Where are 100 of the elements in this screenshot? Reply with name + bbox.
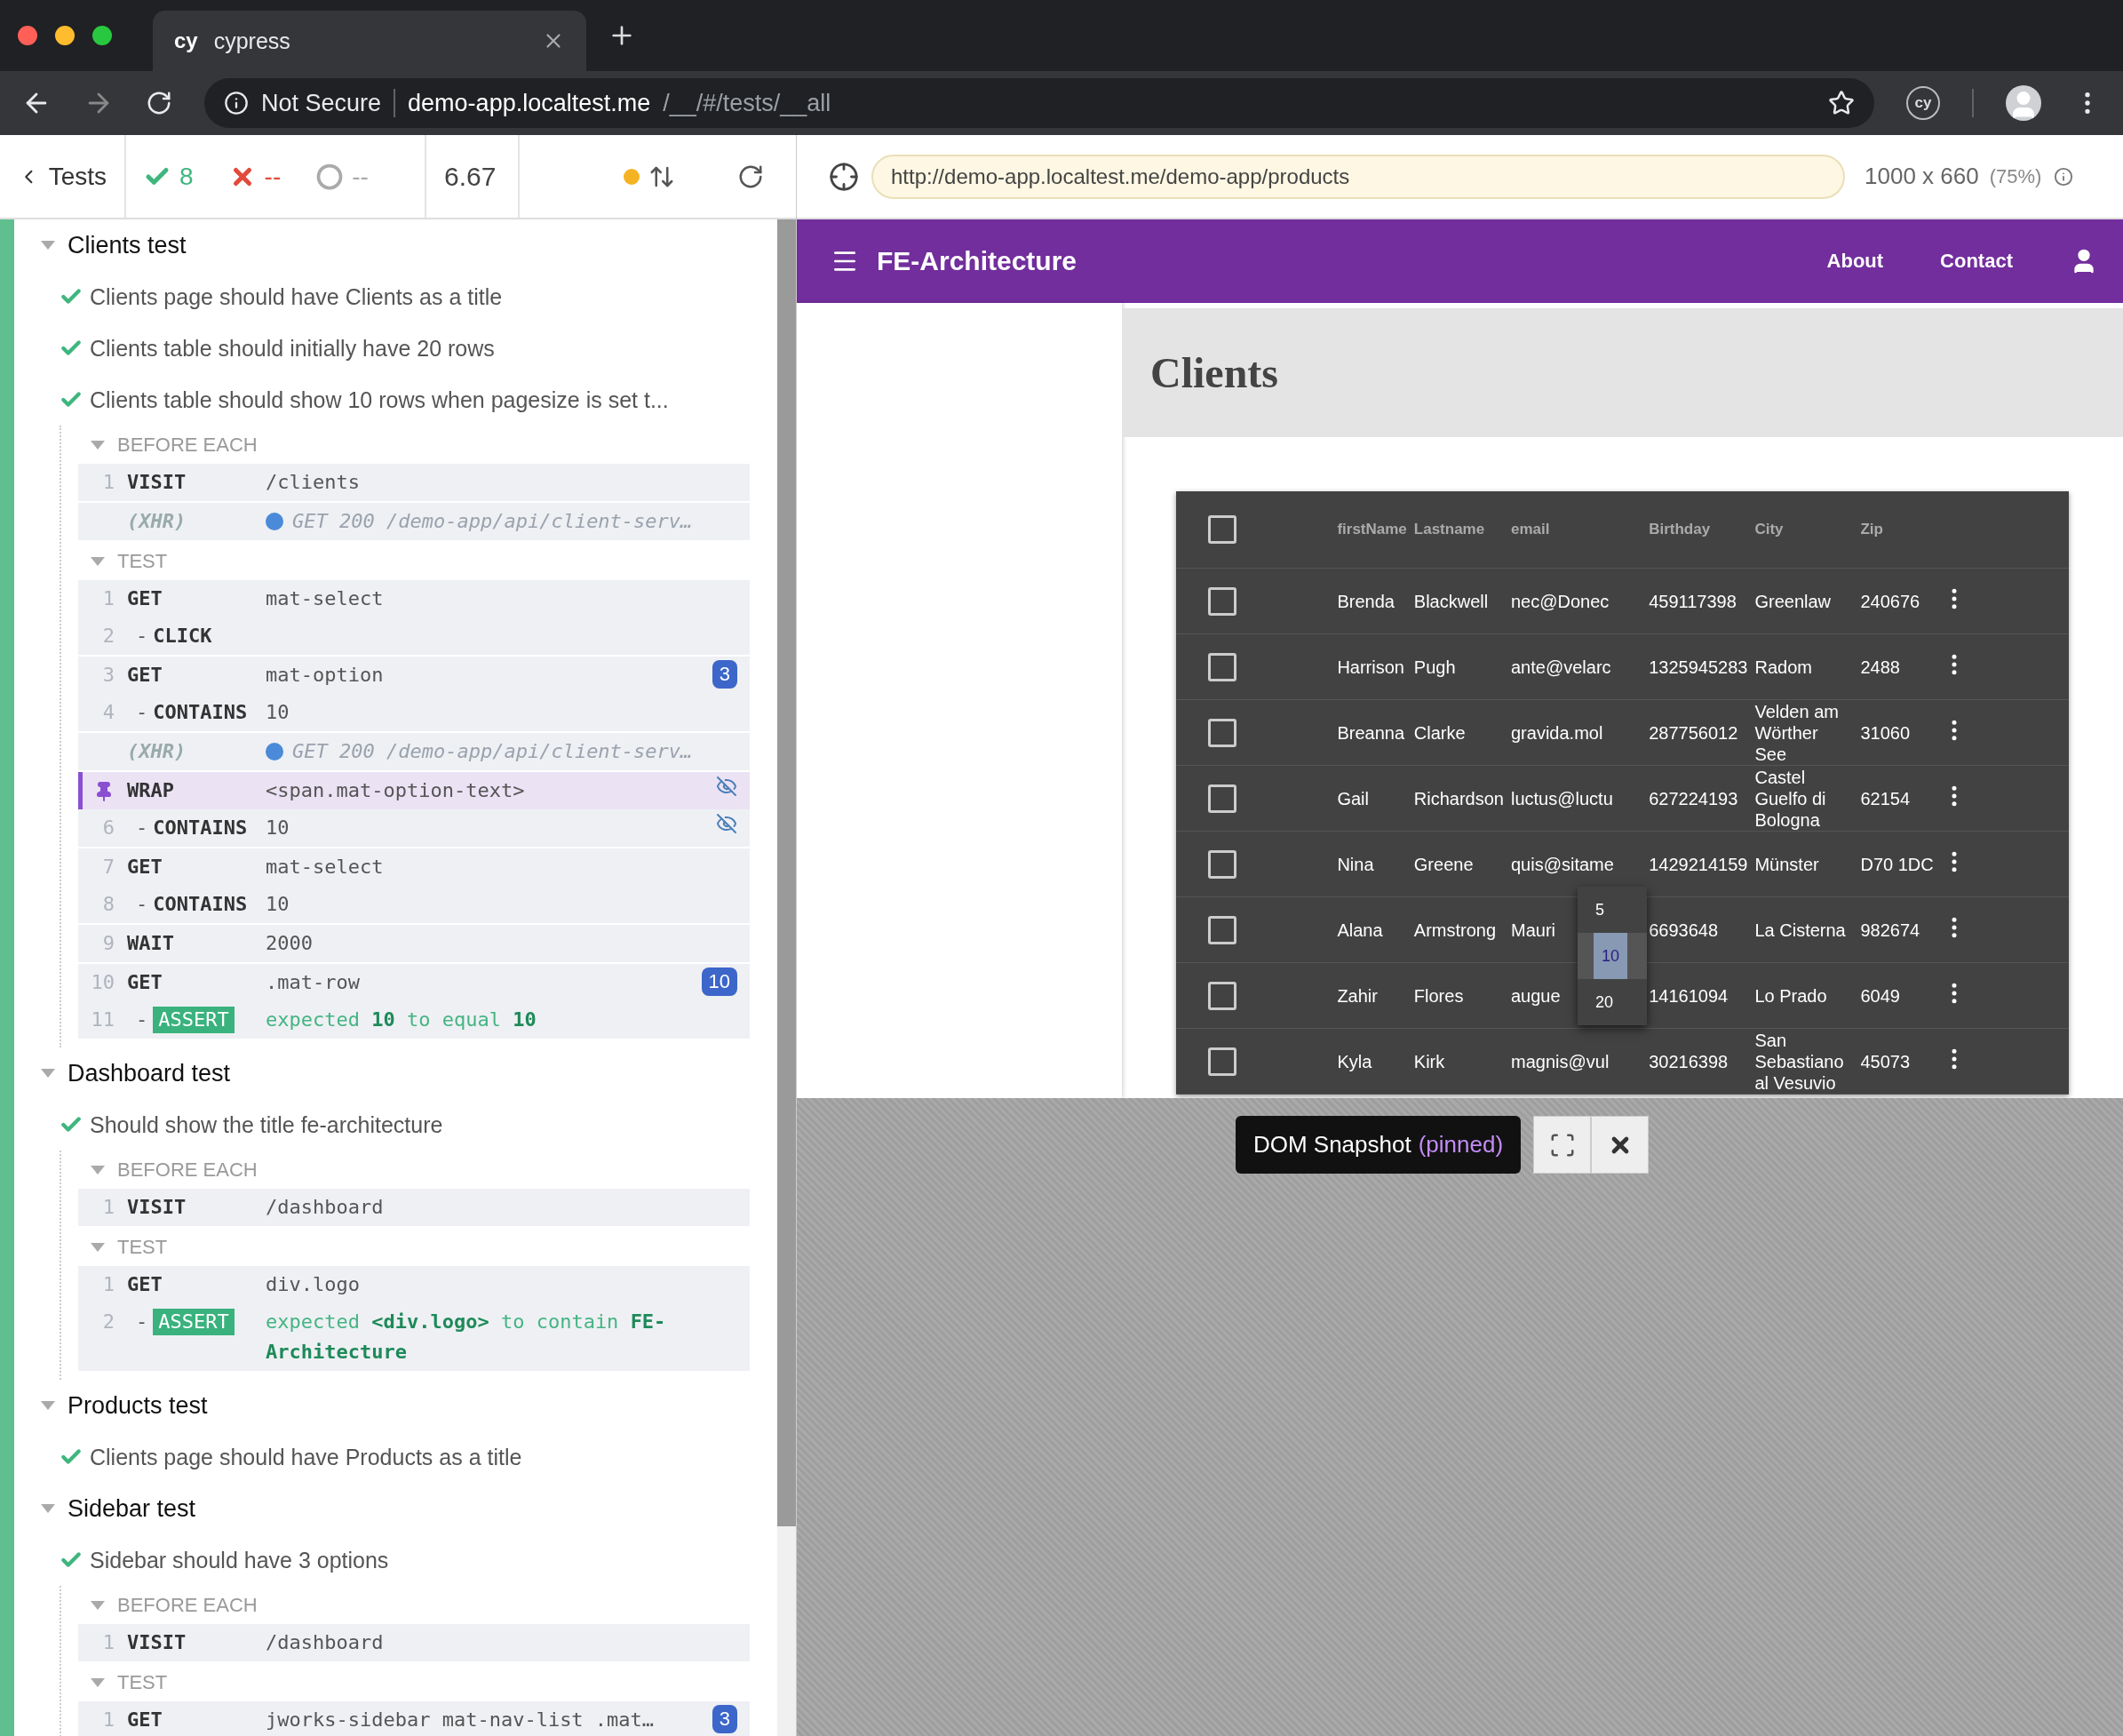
address-bar[interactable]: Not Secure demo-app.localtest.me /__/#/tests/__all (204, 78, 1874, 128)
maximize-window-button[interactable] (92, 26, 112, 45)
selector-playground-icon[interactable] (829, 161, 859, 192)
snapshot-title: DOM Snapshot (1252, 1131, 1411, 1159)
table-cell: 2488 (1860, 657, 1900, 677)
command-row[interactable]: 2 - ASSERT expected <div.logo> to contain FE-Architecture (78, 1303, 750, 1371)
info-icon (2054, 166, 2074, 187)
command-row[interactable]: 1 VISIT /clients (78, 464, 750, 501)
brand-title: FE-Architecture (877, 246, 1078, 276)
command-name: CLICK (153, 624, 212, 649)
command-row[interactable]: 1 VISIT /dashboard (78, 1189, 750, 1226)
command-row[interactable]: 11 - ASSERT expected 10 to equal 10 (78, 1001, 750, 1039)
table-cell: Blackwell (1413, 591, 1489, 611)
command-row[interactable]: 2 - CLICK (78, 617, 750, 655)
suite-header[interactable]: Dashboard test (14, 1047, 750, 1099)
test-item[interactable]: Clients table should show 10 rows when pagesize is set t... (14, 374, 750, 426)
command-message: 2000 (266, 931, 314, 956)
command-name: (XHR) (127, 509, 187, 534)
test-item[interactable]: Sidebar should have 3 options (14, 1534, 750, 1586)
browser-tab[interactable]: cy cypress (153, 11, 586, 71)
command-message: GET 200 /demo-app/api/client-serv… (292, 509, 693, 534)
command-row[interactable]: 3 GET mat-option 3 (78, 657, 750, 694)
bookmark-star-icon[interactable] (1828, 90, 1855, 116)
eye-off-icon (716, 813, 737, 834)
command-name: GET (127, 970, 163, 995)
test-title: Sidebar should have 3 options (90, 1547, 389, 1573)
command-message: <span.mat-option-text> (266, 778, 526, 803)
table-cell: Clarke (1413, 722, 1466, 743)
dropdown-option[interactable]: 10 (1578, 933, 1647, 979)
command-row[interactable]: WRAP <span.mat-option-text> (78, 772, 750, 809)
dash: - (136, 892, 148, 917)
suite-header[interactable]: Clients test (14, 219, 750, 271)
checkbox[interactable] (1208, 718, 1236, 747)
checkbox[interactable] (1208, 652, 1236, 681)
table-cell: Lo Prado (1754, 985, 1827, 1006)
checkbox[interactable] (1208, 849, 1236, 879)
checkbox[interactable] (1208, 586, 1236, 616)
pending-count: -- (352, 162, 369, 191)
command-row[interactable]: 10 GET .mat-row 10 (78, 964, 750, 1001)
test-item[interactable]: Should show the title fe-architecture (14, 1099, 750, 1151)
command-message: expected 10 to equal 10 (266, 1007, 537, 1032)
dropdown-option[interactable]: 5 (1578, 887, 1647, 933)
command-name: GET (127, 586, 163, 611)
suite-header[interactable]: Sidebar test (14, 1483, 750, 1534)
table-cell: Velden am Wörther See (1754, 701, 1839, 764)
command-row[interactable]: 1 GET mat-select (78, 580, 750, 617)
command-row[interactable]: 4 - CONTAINS 10 (78, 694, 750, 731)
checkbox[interactable] (1208, 515, 1236, 544)
close-window-button[interactable] (18, 26, 37, 45)
table-cell: Castel Guelfo di Bologna (1754, 767, 1826, 830)
command-name: CONTAINS (153, 700, 248, 725)
table-cell: 627224193 (1649, 788, 1738, 808)
test-item[interactable]: Clients page should have Products as a title (14, 1431, 750, 1483)
table-cell: 30216398 (1649, 1051, 1729, 1071)
profile-avatar[interactable] (2006, 85, 2041, 121)
checkbox[interactable] (1208, 1047, 1236, 1076)
line-number: 1 (101, 1630, 115, 1655)
test-item[interactable]: Clients page should have Clients as a title (14, 271, 750, 323)
suite-header[interactable]: Products test (14, 1380, 750, 1431)
command-row[interactable]: 6 - CONTAINS 10 (78, 809, 750, 847)
reload-icon[interactable] (146, 90, 172, 116)
command-row[interactable]: 9 WAIT 2000 (78, 925, 750, 962)
line-number: 2 (101, 1310, 115, 1334)
dash: - (136, 816, 148, 840)
extension-button[interactable]: cy (1906, 86, 1940, 120)
tests-link[interactable]: Tests (48, 162, 107, 191)
line-number: 3 (101, 663, 115, 688)
command-row[interactable]: 7 GET mat-select (78, 848, 750, 886)
command-row[interactable]: 8 - CONTAINS 10 (78, 886, 750, 923)
column-header: City (1754, 521, 1784, 538)
highlight-toggle-button[interactable] (1533, 1116, 1592, 1174)
table-cell: 31060 (1860, 722, 1911, 743)
command-name: GET (127, 663, 163, 688)
test-title: Clients page should have Products as a title (90, 1444, 522, 1470)
command-row[interactable]: 1 GET div.logo (78, 1266, 750, 1303)
checkbox[interactable] (1208, 981, 1236, 1010)
command-name: VISIT (127, 470, 187, 495)
dropdown-option[interactable]: 20 (1578, 979, 1647, 1025)
table-cell: La Cisterna (1754, 920, 1846, 940)
table-cell: San Sebastiano al Vesuvio (1754, 1030, 1844, 1093)
close-button[interactable] (1591, 1116, 1650, 1174)
checkbox[interactable] (1208, 784, 1236, 813)
tab-title: cypress (213, 28, 291, 54)
table-cell: gravida.mol (1511, 722, 1603, 743)
minimize-window-button[interactable] (55, 26, 75, 45)
command-name: WAIT (127, 931, 175, 956)
test-item[interactable]: Clients table should initially have 20 rows (14, 323, 750, 374)
page-title: Clients (1150, 348, 1278, 397)
count-badge: 3 (712, 1705, 737, 1733)
command-row[interactable]: 1 VISIT /dashboard (78, 1624, 750, 1661)
table-cell: Breanna (1337, 722, 1404, 743)
hook-title: BEFORE EACH (117, 1158, 258, 1182)
checkbox[interactable] (1208, 915, 1236, 944)
nav-link[interactable]: About (1826, 250, 1884, 273)
scrollbar[interactable] (777, 219, 796, 1736)
assert-tag: ASSERT (153, 1007, 235, 1033)
command-row[interactable]: 1 GET jworks-sidebar mat-nav-list .mat… 3 (78, 1701, 750, 1736)
snapshot-state: (pinned) (1418, 1131, 1504, 1159)
nav-link[interactable]: Contact (1940, 250, 2013, 273)
hook-title: BEFORE EACH (117, 1593, 258, 1617)
